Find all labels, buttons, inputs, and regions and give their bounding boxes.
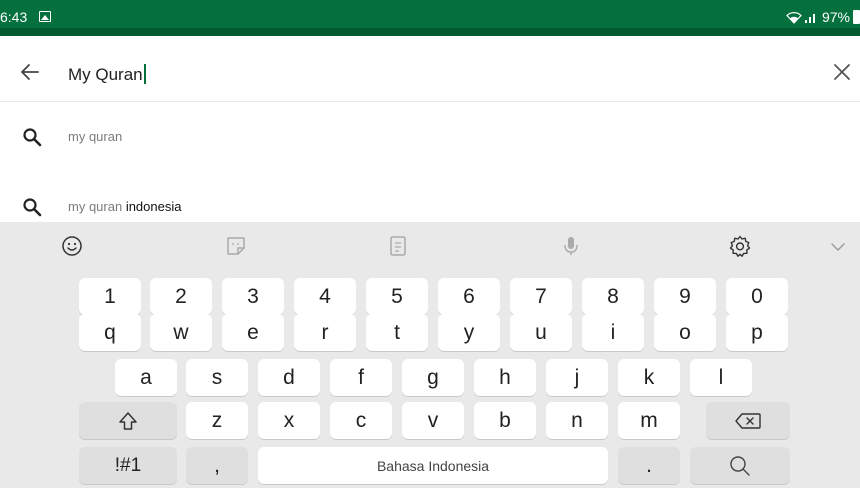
emoji-icon[interactable] xyxy=(60,234,84,258)
key-v[interactable]: v xyxy=(402,402,464,439)
text-caret xyxy=(143,64,146,84)
key-b[interactable]: b xyxy=(474,402,536,439)
search-query: My Quran xyxy=(68,65,143,84)
search-icon xyxy=(23,198,42,217)
key-w[interactable]: w xyxy=(150,314,212,351)
key-p[interactable]: p xyxy=(726,314,788,351)
key-e[interactable]: e xyxy=(222,314,284,351)
key-4[interactable]: 4 xyxy=(294,278,356,315)
keyboard-toolbar xyxy=(0,222,860,268)
key-q[interactable]: q xyxy=(79,314,141,351)
status-bar: 6:43 97% xyxy=(0,0,860,36)
suggestion-item[interactable]: my quran indonesia xyxy=(0,186,860,226)
key-g[interactable]: g xyxy=(402,359,464,396)
clipboard-icon[interactable] xyxy=(386,234,410,258)
chevron-down-icon[interactable] xyxy=(826,234,850,258)
microphone-icon[interactable] xyxy=(559,234,583,258)
key-d[interactable]: d xyxy=(258,359,320,396)
settings-gear-icon[interactable] xyxy=(728,234,752,258)
shift-arrow-icon xyxy=(119,411,137,430)
key-h[interactable]: h xyxy=(474,359,536,396)
key-5[interactable]: 5 xyxy=(366,278,428,315)
key-8[interactable]: 8 xyxy=(582,278,644,315)
space-bar[interactable]: Bahasa Indonesia xyxy=(258,447,608,484)
key-z[interactable]: z xyxy=(186,402,248,439)
battery-icon xyxy=(853,10,860,24)
wifi-icon xyxy=(786,11,802,24)
arrow-left-icon[interactable] xyxy=(18,60,42,84)
key-o[interactable]: o xyxy=(654,314,716,351)
status-bar-divider xyxy=(0,28,860,36)
keyboard: 1 2 3 4 5 6 7 8 9 0 q w e r t y u i o p … xyxy=(0,222,860,488)
key-u[interactable]: u xyxy=(510,314,572,351)
key-3[interactable]: 3 xyxy=(222,278,284,315)
search-input[interactable]: My Quran xyxy=(68,64,146,85)
key-1[interactable]: 1 xyxy=(79,278,141,315)
comma-key[interactable]: , xyxy=(186,447,248,484)
status-time: 6:43 xyxy=(0,9,28,25)
suggestion-text: my quran indonesia xyxy=(68,199,182,214)
key-0[interactable]: 0 xyxy=(726,278,788,315)
signal-icon xyxy=(804,13,815,23)
key-9[interactable]: 9 xyxy=(654,278,716,315)
backspace-key[interactable] xyxy=(706,402,790,439)
key-7[interactable]: 7 xyxy=(510,278,572,315)
status-indicators: 97% xyxy=(786,9,860,25)
suggestion-text: my quran xyxy=(68,129,123,144)
shift-key[interactable] xyxy=(79,402,177,439)
close-icon[interactable] xyxy=(832,62,852,82)
key-m[interactable]: m xyxy=(618,402,680,439)
battery-percentage: 97% xyxy=(821,9,850,25)
key-k[interactable]: k xyxy=(618,359,680,396)
suggestion-item[interactable]: my quran xyxy=(0,116,860,156)
key-x[interactable]: x xyxy=(258,402,320,439)
key-i[interactable]: i xyxy=(582,314,644,351)
key-t[interactable]: t xyxy=(366,314,428,351)
key-6[interactable]: 6 xyxy=(438,278,500,315)
period-key[interactable]: . xyxy=(618,447,680,484)
key-j[interactable]: j xyxy=(546,359,608,396)
key-r[interactable]: r xyxy=(294,314,356,351)
key-l[interactable]: l xyxy=(690,359,752,396)
search-key[interactable] xyxy=(690,447,790,484)
search-bar: My Quran xyxy=(0,44,860,102)
search-icon xyxy=(730,455,750,476)
key-y[interactable]: y xyxy=(438,314,500,351)
sticker-icon[interactable] xyxy=(224,234,248,258)
key-2[interactable]: 2 xyxy=(150,278,212,315)
symbols-key[interactable]: !#1 xyxy=(79,447,177,484)
search-icon xyxy=(23,128,42,147)
key-c[interactable]: c xyxy=(330,402,392,439)
backspace-icon xyxy=(735,412,761,429)
image-icon xyxy=(39,11,51,22)
key-a[interactable]: a xyxy=(115,359,177,396)
key-n[interactable]: n xyxy=(546,402,608,439)
key-s[interactable]: s xyxy=(186,359,248,396)
key-f[interactable]: f xyxy=(330,359,392,396)
